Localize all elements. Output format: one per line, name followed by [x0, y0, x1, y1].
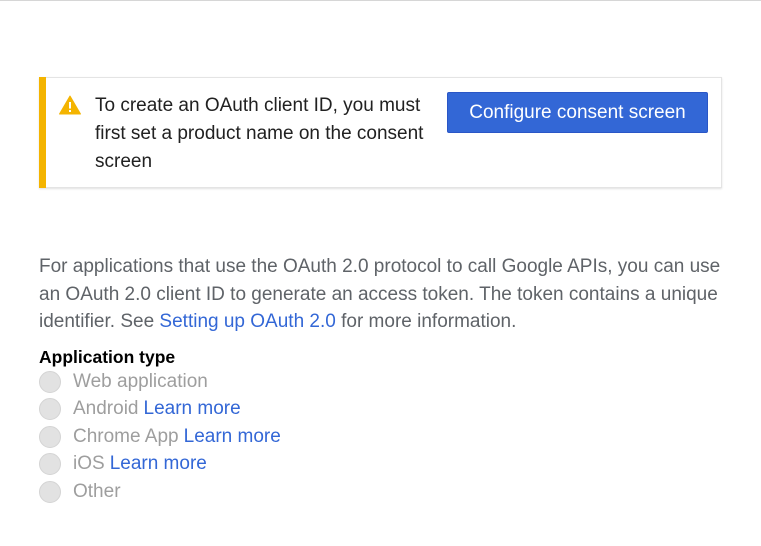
radio-label-android: Android [73, 398, 139, 420]
radio-option-chrome-app[interactable]: Chrome App Learn more [39, 423, 281, 451]
radio-button-web-application[interactable] [39, 370, 61, 393]
radio-option-other[interactable]: Other [39, 478, 281, 506]
ios-learn-more-link[interactable]: Learn more [110, 453, 207, 475]
application-type-radio-group: Web application Android Learn more Chrom… [39, 368, 281, 506]
radio-label-other: Other [73, 480, 121, 502]
radio-label-ios: iOS [73, 453, 105, 475]
application-type-heading: Application type [39, 347, 176, 367]
android-learn-more-link[interactable]: Learn more [144, 398, 241, 420]
oauth-description: For applications that use the OAuth 2.0 … [39, 253, 739, 336]
radio-option-ios[interactable]: iOS Learn more [39, 451, 281, 479]
radio-option-android[interactable]: Android Learn more [39, 396, 281, 424]
consent-warning-banner: To create an OAuth client ID, you must f… [39, 77, 722, 188]
radio-label-chrome-app: Chrome App [73, 425, 179, 447]
warning-icon [59, 95, 81, 115]
chrome-app-learn-more-link[interactable]: Learn more [184, 426, 281, 448]
radio-option-web-application[interactable]: Web application [39, 368, 281, 396]
warning-message: To create an OAuth client ID, you must f… [95, 95, 424, 172]
radio-button-chrome-app[interactable] [39, 425, 61, 448]
radio-button-ios[interactable] [39, 453, 61, 476]
radio-button-android[interactable] [39, 398, 61, 421]
radio-button-other[interactable] [39, 480, 61, 503]
configure-consent-screen-button[interactable]: Configure consent screen [447, 92, 708, 133]
radio-label-web-application: Web application [73, 370, 208, 392]
top-divider [0, 0, 761, 1]
setting-up-oauth-link[interactable]: Setting up OAuth 2.0 [159, 311, 335, 332]
description-text-end: for more information. [335, 311, 517, 332]
warning-accent-bar [39, 77, 46, 188]
